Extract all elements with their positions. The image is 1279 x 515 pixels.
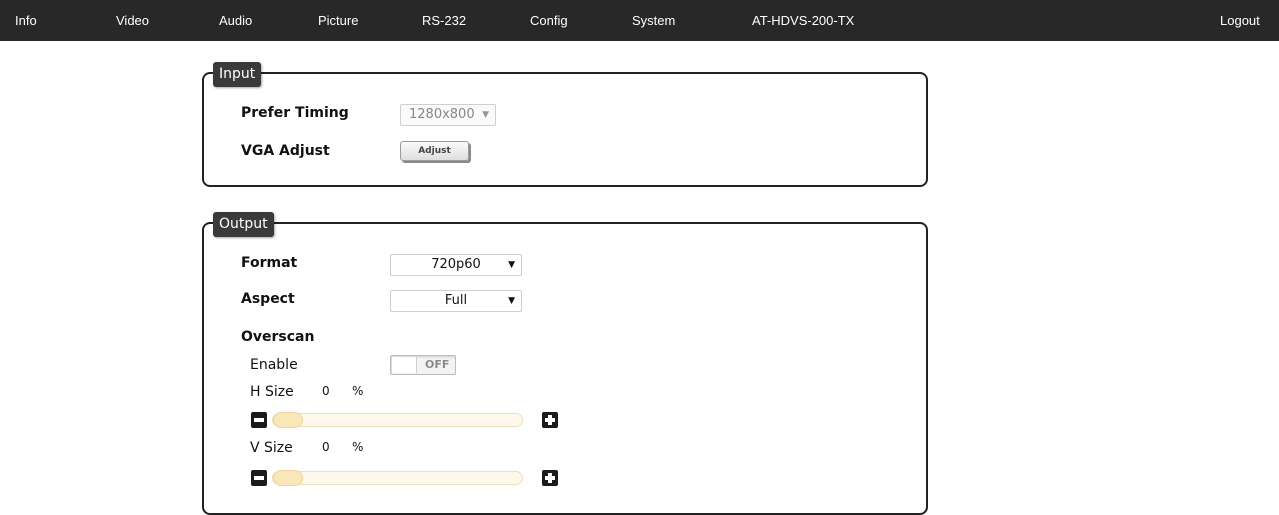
nav-rs232[interactable]: RS-232 <box>422 0 466 41</box>
logout-link[interactable]: Logout <box>1220 0 1260 41</box>
minus-icon <box>254 418 264 422</box>
hsize-slider-handle[interactable] <box>273 412 303 428</box>
hsize-slider[interactable] <box>272 412 523 428</box>
minus-icon <box>254 476 264 480</box>
vsize-plus-button[interactable] <box>542 470 558 486</box>
overscan-enable-toggle[interactable]: OFF <box>390 355 456 375</box>
vsize-slider-handle[interactable] <box>273 470 303 486</box>
chevron-down-icon: ▼ <box>482 110 489 120</box>
vsize-unit: % <box>352 440 364 454</box>
vga-adjust-label: VGA Adjust <box>241 143 330 159</box>
aspect-label: Aspect <box>241 291 295 307</box>
input-panel: Input Prefer Timing 1280x800 ▼ VGA Adjus… <box>202 62 928 187</box>
output-panel: Output Format 720p60 ▼ Aspect Full ▼ Ove… <box>202 212 928 515</box>
nav-info[interactable]: Info <box>15 0 37 41</box>
vsize-value: 0 <box>322 440 330 454</box>
vsize-minus-button[interactable] <box>251 470 267 486</box>
aspect-select[interactable]: Full ▼ <box>390 290 522 312</box>
chevron-down-icon: ▼ <box>508 260 515 270</box>
format-value: 720p60 <box>431 257 481 272</box>
prefer-timing-value: 1280x800 <box>409 107 475 122</box>
chevron-down-icon: ▼ <box>508 296 515 306</box>
hsize-minus-button[interactable] <box>251 412 267 428</box>
prefer-timing-select[interactable]: 1280x800 ▼ <box>400 104 496 126</box>
hsize-value: 0 <box>322 384 330 398</box>
hsize-unit: % <box>352 384 364 398</box>
vsize-slider[interactable] <box>272 470 523 486</box>
adjust-button[interactable]: Adjust <box>400 141 469 161</box>
input-legend: Input <box>213 62 262 87</box>
output-legend: Output <box>213 212 274 237</box>
overscan-label: Overscan <box>241 329 315 345</box>
nav-video[interactable]: Video <box>116 0 149 41</box>
hsize-label: H Size <box>250 384 294 400</box>
nav-config[interactable]: Config <box>530 0 568 41</box>
toggle-knob <box>392 357 417 373</box>
top-nav: Info Video Audio Picture RS-232 Config S… <box>0 0 1279 41</box>
format-label: Format <box>241 255 298 271</box>
format-select[interactable]: 720p60 ▼ <box>390 254 522 276</box>
nav-system[interactable]: System <box>632 0 675 41</box>
vsize-label: V Size <box>250 440 293 456</box>
enable-label: Enable <box>250 357 298 373</box>
nav-picture[interactable]: Picture <box>318 0 358 41</box>
prefer-timing-label: Prefer Timing <box>241 105 349 121</box>
nav-device-name[interactable]: AT-HDVS-200-TX <box>752 0 854 41</box>
nav-audio[interactable]: Audio <box>219 0 252 41</box>
hsize-plus-button[interactable] <box>542 412 558 428</box>
aspect-value: Full <box>444 293 468 308</box>
toggle-state: OFF <box>425 358 450 371</box>
